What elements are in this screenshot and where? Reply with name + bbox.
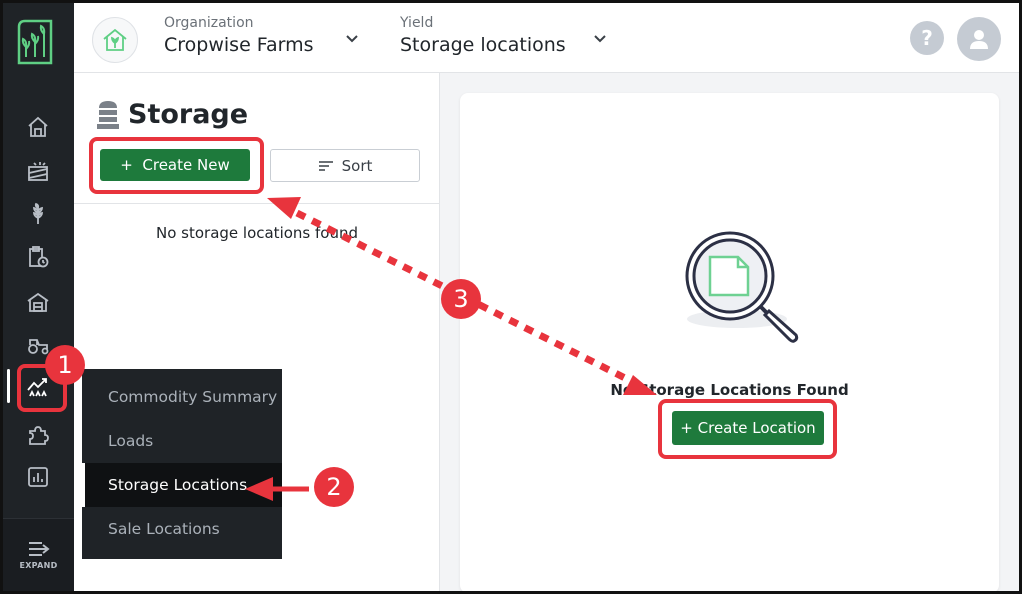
organization-caption: Organization bbox=[164, 15, 254, 31]
organization-selector[interactable]: Organization Cropwise Farms bbox=[164, 15, 314, 56]
step-badge-2: 2 bbox=[314, 467, 354, 507]
divider bbox=[74, 203, 439, 204]
section-caption: Yield bbox=[400, 15, 434, 31]
storage-title-text: Storage bbox=[128, 99, 249, 130]
sort-lines-icon bbox=[318, 160, 333, 171]
report-chart-icon[interactable] bbox=[25, 464, 51, 490]
expand-sidebar-button[interactable]: EXPAND bbox=[3, 518, 74, 591]
step-badge-3: 3 bbox=[441, 279, 481, 319]
help-button[interactable]: ? bbox=[910, 21, 944, 55]
active-nav-indicator bbox=[7, 369, 10, 403]
empty-list-message: No storage locations found bbox=[155, 224, 358, 242]
highlight-create-new bbox=[89, 137, 264, 194]
highlight-create-location bbox=[658, 399, 837, 459]
section-value: Storage locations bbox=[400, 34, 566, 56]
flyout-item-loads[interactable]: Loads bbox=[82, 419, 282, 463]
expand-label: EXPAND bbox=[19, 560, 58, 570]
home-icon[interactable] bbox=[25, 114, 51, 140]
app-logo-icon[interactable] bbox=[17, 17, 53, 65]
chevron-down-icon[interactable] bbox=[344, 31, 360, 47]
user-avatar[interactable] bbox=[957, 17, 1001, 61]
clipboard-clock-icon[interactable] bbox=[25, 244, 51, 270]
step-badge-1: 1 bbox=[45, 345, 85, 385]
app-window: EXPAND Organization Cropwise Farms Yield… bbox=[0, 0, 1022, 594]
page-title: Storage bbox=[96, 99, 248, 130]
flyout-item-commodity-summary[interactable]: Commodity Summary bbox=[82, 375, 282, 419]
expand-arrow-icon bbox=[28, 541, 50, 556]
organization-value: Cropwise Farms bbox=[164, 34, 314, 56]
user-icon bbox=[970, 30, 988, 49]
sort-button[interactable]: Sort bbox=[270, 149, 420, 182]
org-avatar[interactable] bbox=[92, 17, 138, 63]
sort-label: Sort bbox=[341, 156, 373, 175]
flyout-item-storage-locations[interactable]: Storage Locations bbox=[82, 463, 282, 507]
field-icon[interactable] bbox=[25, 158, 51, 184]
crop-icon[interactable] bbox=[25, 201, 51, 227]
sidebar: EXPAND bbox=[3, 3, 74, 591]
silo-icon bbox=[97, 100, 119, 129]
empty-state-title: No Storage Locations Found bbox=[610, 381, 849, 399]
storage-building-icon[interactable] bbox=[25, 289, 51, 315]
top-bar: Organization Cropwise Farms Yield Storag… bbox=[74, 3, 1019, 73]
farm-house-icon bbox=[103, 28, 127, 51]
flyout-item-sale-locations[interactable]: Sale Locations bbox=[82, 507, 282, 551]
puzzle-icon[interactable] bbox=[25, 422, 51, 448]
magnifier-document-icon bbox=[685, 231, 805, 347]
chevron-down-icon[interactable] bbox=[592, 31, 608, 47]
section-selector[interactable]: Yield Storage locations bbox=[400, 15, 566, 56]
detail-card: No Storage Locations Found + Create Loca… bbox=[460, 93, 999, 591]
yield-flyout-menu: Commodity Summary Loads Storage Location… bbox=[82, 369, 282, 559]
